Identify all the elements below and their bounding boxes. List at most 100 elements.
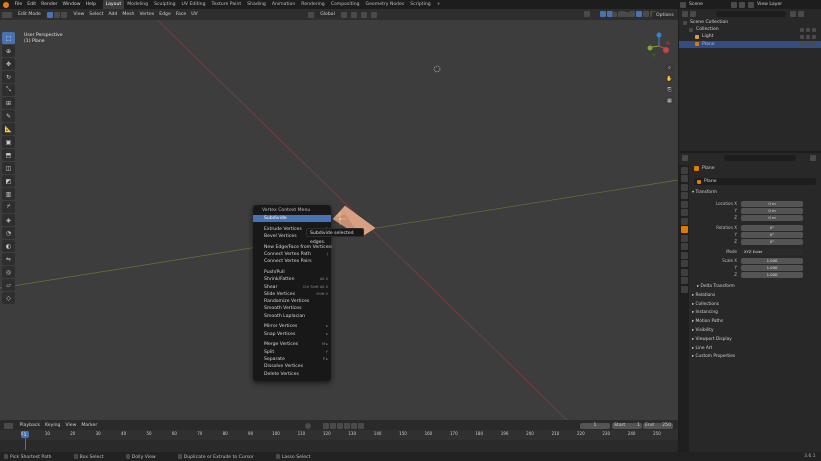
context-menu-item[interactable]: Push/Pull [253,269,331,276]
properties-section-line-art[interactable]: ▸ Line Art [692,346,712,351]
outliner-editor-type-icon[interactable] [682,10,688,17]
outliner-row-scene-collection[interactable]: Scene Collection [679,19,821,26]
edge-slide-tool-icon[interactable]: ⇋ [2,253,15,265]
checkbox-icon[interactable] [800,34,804,39]
shrink-fatten-tool-icon[interactable]: ◎ [2,266,15,278]
workspace-tab-modeling[interactable]: Modeling [124,0,151,9]
extrude-tool-icon[interactable]: ⬒ [2,149,15,161]
shear-tool-icon[interactable]: ▱ [2,279,15,291]
properties-section-custom-properties[interactable]: ▸ Custom Properties [692,354,735,359]
eye-icon[interactable] [806,34,810,39]
outliner[interactable]: Scene Collection Collection Light Plane [679,9,821,151]
camera-render-icon[interactable] [812,27,816,32]
rip-tool-icon[interactable]: ◇ [2,292,15,304]
jump-end-icon[interactable] [358,423,364,429]
rotation-x-field[interactable]: 0° [741,225,803,231]
checkbox-icon[interactable] [800,42,804,47]
location-y-field[interactable]: 0 m [741,208,803,214]
rotation-y-field[interactable]: 0° [741,232,803,238]
render-tab-icon[interactable] [680,175,688,182]
properties-section-collections[interactable]: ▸ Collections [692,302,719,307]
properties-editor-type-icon[interactable] [682,154,688,161]
next-keyframe-icon[interactable] [351,423,357,429]
prev-keyframe-icon[interactable] [330,423,336,429]
context-menu-item[interactable]: Shrink/Fatten Alt S [253,276,331,283]
proportional-edit-icon[interactable] [360,11,367,18]
outliner-row-collection[interactable]: Collection [679,26,821,33]
workspace-tab-sculpting[interactable]: Sculpting [151,0,178,9]
edge-select-icon[interactable] [53,11,60,18]
solid-shading-icon[interactable] [636,11,642,17]
context-menu-item[interactable]: Separate P ▸ [253,356,331,363]
context-menu-item[interactable]: Smooth Laplacian [253,313,331,320]
timeline-menu-playback[interactable]: Playback [17,422,43,430]
3d-viewport[interactable] [0,9,678,420]
filter-icon[interactable] [790,10,796,17]
scene-icon[interactable] [680,1,686,8]
pivot-icon[interactable] [340,11,347,18]
start-frame-field[interactable]: Start 1 [612,423,642,429]
loop-cut-tool-icon[interactable]: ▥ [2,188,15,200]
rotation-z-field[interactable]: 0° [741,239,803,245]
tool-tab-icon[interactable] [680,166,688,174]
viewport-menu-select[interactable]: Select [87,11,106,19]
scale-y-field[interactable]: 1.000 [741,265,803,271]
navigation-gizmo[interactable] [644,31,674,61]
menu-render[interactable]: Render [39,0,60,9]
viewport-mini-icon[interactable] [618,12,623,17]
transform-panel-header[interactable]: ▾ Transform [692,190,717,195]
scale-x-field[interactable]: 1.000 [741,258,803,264]
timeline-menu-keying[interactable]: Keying [43,422,63,430]
inset-tool-icon[interactable]: ◫ [2,162,15,174]
viewport-menu-vertex[interactable]: Vertex [137,11,157,19]
knife-tool-icon[interactable]: ⌿ [2,201,15,213]
select-box-tool-icon[interactable]: ⬚ [2,32,15,44]
properties-section-motion-paths[interactable]: ▸ Motion Paths [692,319,723,324]
context-menu-item[interactable]: Slide Vertices Shift V [253,291,331,298]
orientation-icon[interactable] [308,11,315,18]
menu-window[interactable]: Window [60,0,83,9]
outliner-display-mode-icon[interactable] [690,10,696,17]
workspace-tab-animation[interactable]: Animation [269,0,298,9]
viewport-menu-uv[interactable]: UV [189,11,201,19]
outliner-search-input[interactable] [716,10,786,17]
properties-section-relations[interactable]: ▸ Relations [692,293,715,298]
jump-start-icon[interactable] [323,423,329,429]
workspace-tab-scripting[interactable]: Scripting [407,0,433,9]
falloff-icon[interactable] [370,11,377,18]
texture-tab-icon[interactable] [680,285,688,293]
location-x-field[interactable]: 0 m [741,201,803,207]
play-reverse-icon[interactable] [337,423,343,429]
new-collection-icon[interactable] [798,10,804,17]
measure-tool-icon[interactable]: 📐 [2,123,15,135]
spin-tool-icon[interactable]: ◔ [2,227,15,239]
location-z-field[interactable]: 0 m [741,215,803,221]
gizmo-toggle-icon[interactable] [600,11,606,17]
outliner-row-light[interactable]: Light [679,33,821,40]
annotate-tool-icon[interactable]: ✎ [2,110,15,122]
context-menu-item[interactable]: Merge Vertices M ▸ [253,341,331,348]
scale-tool-icon[interactable]: ⤡ [2,84,15,96]
context-menu-item[interactable]: Dissolve Vertices [253,363,331,370]
end-frame-field[interactable]: End 250 [643,423,673,429]
workspace-tab-geometry-nodes[interactable]: Geometry Nodes [363,0,408,9]
timeline-menu-view[interactable]: View [63,422,79,430]
context-menu-item[interactable]: Mirror Vertices ▸ [253,323,331,330]
smooth-tool-icon[interactable]: ◐ [2,240,15,252]
viewport-mini-icon[interactable] [612,12,617,17]
options-dropdown[interactable]: Options [652,12,678,19]
delete-scene-icon[interactable] [739,1,745,8]
checkbox-icon[interactable] [800,27,804,32]
viewport-menu-add[interactable]: Add [106,11,120,19]
scale-z-field[interactable]: 1.000 [741,272,803,278]
poly-build-tool-icon[interactable]: ◈ [2,214,15,226]
bevel-tool-icon[interactable]: ◩ [2,175,15,187]
new-scene-icon[interactable] [731,1,737,8]
record-icon[interactable] [305,423,311,429]
face-select-icon[interactable] [60,11,67,18]
menu-file[interactable]: File [12,0,25,9]
workspace-tab-layout[interactable]: Layout [102,0,125,9]
context-menu-item[interactable]: Randomize Vertices [253,298,331,305]
properties-section-viewport-display[interactable]: ▸ Viewport Display [692,337,732,342]
pin-icon[interactable] [810,154,816,161]
